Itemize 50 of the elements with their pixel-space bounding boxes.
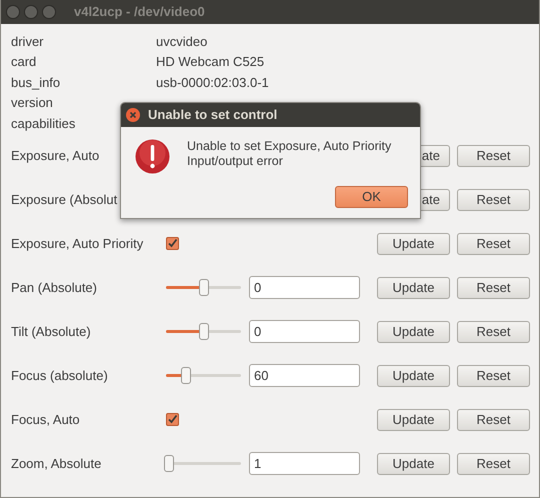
slider[interactable] <box>166 455 241 472</box>
slider-thumb[interactable] <box>164 455 174 472</box>
checkbox[interactable] <box>166 413 179 426</box>
slider[interactable] <box>166 279 241 296</box>
control-label: Exposure, Auto <box>11 148 100 162</box>
error-icon <box>135 139 170 174</box>
value-field[interactable]: 60 <box>249 364 360 387</box>
toolbar-button[interactable]: Reset <box>457 320 530 342</box>
slider[interactable] <box>166 323 241 340</box>
value-field[interactable]: 1 <box>249 452 360 475</box>
toolbar-button[interactable]: Update <box>377 364 450 386</box>
info-label: capabilities <box>11 116 76 130</box>
toolbar-button[interactable]: Reset <box>457 144 530 166</box>
control-label: Tilt (Absolute) <box>11 324 91 338</box>
toolbar-button[interactable]: Update <box>377 452 450 474</box>
dialog-detail: Input/output error <box>187 154 284 169</box>
checkbox[interactable] <box>166 237 179 250</box>
dialog-message: Unable to set Exposure, Auto Priority <box>187 139 392 154</box>
info-value: usb-0000:02:03.0-1 <box>156 74 269 92</box>
info-value: HD Webcam C525 <box>156 53 264 71</box>
info-label: version <box>11 95 53 110</box>
value-field[interactable]: 0 <box>249 320 360 343</box>
slider-thumb[interactable] <box>198 323 208 340</box>
window-title: v4l2ucp - /dev/video0 <box>74 3 205 22</box>
toolbar-button[interactable]: Reset <box>457 188 530 210</box>
control-label: Exposure, Auto Priority <box>11 236 144 250</box>
ok-button[interactable]: OK <box>335 186 408 208</box>
slider-thumb[interactable] <box>181 367 192 384</box>
control-label: Pan (Absolute) <box>11 280 97 294</box>
toolbar-button[interactable]: Reset <box>457 276 530 298</box>
control-label: Zoom, Absolute <box>11 456 102 470</box>
toolbar-button[interactable]: Update <box>377 276 450 298</box>
control-label: Focus, Auto <box>11 412 80 426</box>
slider-thumb[interactable] <box>198 279 208 296</box>
toolbar-button[interactable]: Update <box>377 320 450 342</box>
info-label: bus_info <box>11 74 60 90</box>
dialog-title: Unable to set control <box>148 106 278 124</box>
toolbar-button[interactable]: Reset <box>457 232 530 254</box>
control-label: Exposure (Absolut <box>11 192 118 206</box>
toolbar-button[interactable]: Reset <box>457 364 530 386</box>
slider[interactable] <box>166 367 241 384</box>
info-label: driver <box>11 34 44 48</box>
toolbar-button[interactable]: Update <box>377 232 450 254</box>
toolbar-button[interactable]: Reset <box>457 408 530 430</box>
toolbar-button[interactable]: Reset <box>457 452 530 474</box>
toolbar-button[interactable]: Update <box>377 408 450 430</box>
info-label: card <box>11 54 36 69</box>
control-label: Focus (absolute) <box>11 368 108 382</box>
value-field[interactable]: 0 <box>249 276 360 299</box>
info-value: uvcvideo <box>156 32 208 50</box>
